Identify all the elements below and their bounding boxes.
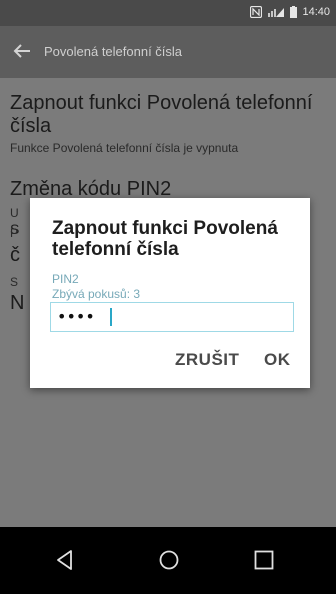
dialog-title: Zapnout funkci Povolená telefonní čísla (52, 218, 278, 260)
battery-icon (290, 6, 298, 18)
page-title: Povolená telefonní čísla (44, 44, 183, 59)
pin2-dialog: Zapnout funkci Povolená telefonní čísla … (30, 198, 310, 388)
status-icons: 14:40 (250, 6, 330, 18)
pref-title: Zapnout funkci Povolená telefonní čísla (10, 92, 313, 137)
home-circle-icon[interactable] (154, 545, 184, 575)
nfc-icon (250, 6, 263, 18)
status-bar: 14:40 (0, 0, 336, 26)
clock: 14:40 (302, 6, 330, 18)
pref-summary: P (10, 226, 19, 240)
attempts-remaining: Zbývá pokusů: 3 (52, 287, 141, 301)
signal-icon (268, 8, 285, 17)
pref-title: N (10, 292, 25, 314)
recents-square-icon[interactable] (249, 545, 279, 575)
navigation-bar (0, 527, 336, 594)
pref-title: č (10, 244, 20, 266)
pref-summary: Funkce Povolená telefonní čísla je vypnu… (10, 141, 239, 155)
ok-button[interactable]: OK (264, 350, 291, 370)
pin2-label: PIN2 (52, 272, 79, 286)
app-bar: Povolená telefonní čísla (0, 26, 336, 78)
pref-summary: S (10, 275, 19, 289)
cancel-button[interactable]: ZRUŠIT (175, 350, 239, 370)
arrow-back-icon[interactable] (10, 39, 34, 63)
pin2-input[interactable]: •••• (50, 302, 294, 332)
text-caret (110, 308, 112, 326)
back-triangle-icon[interactable] (50, 545, 80, 575)
